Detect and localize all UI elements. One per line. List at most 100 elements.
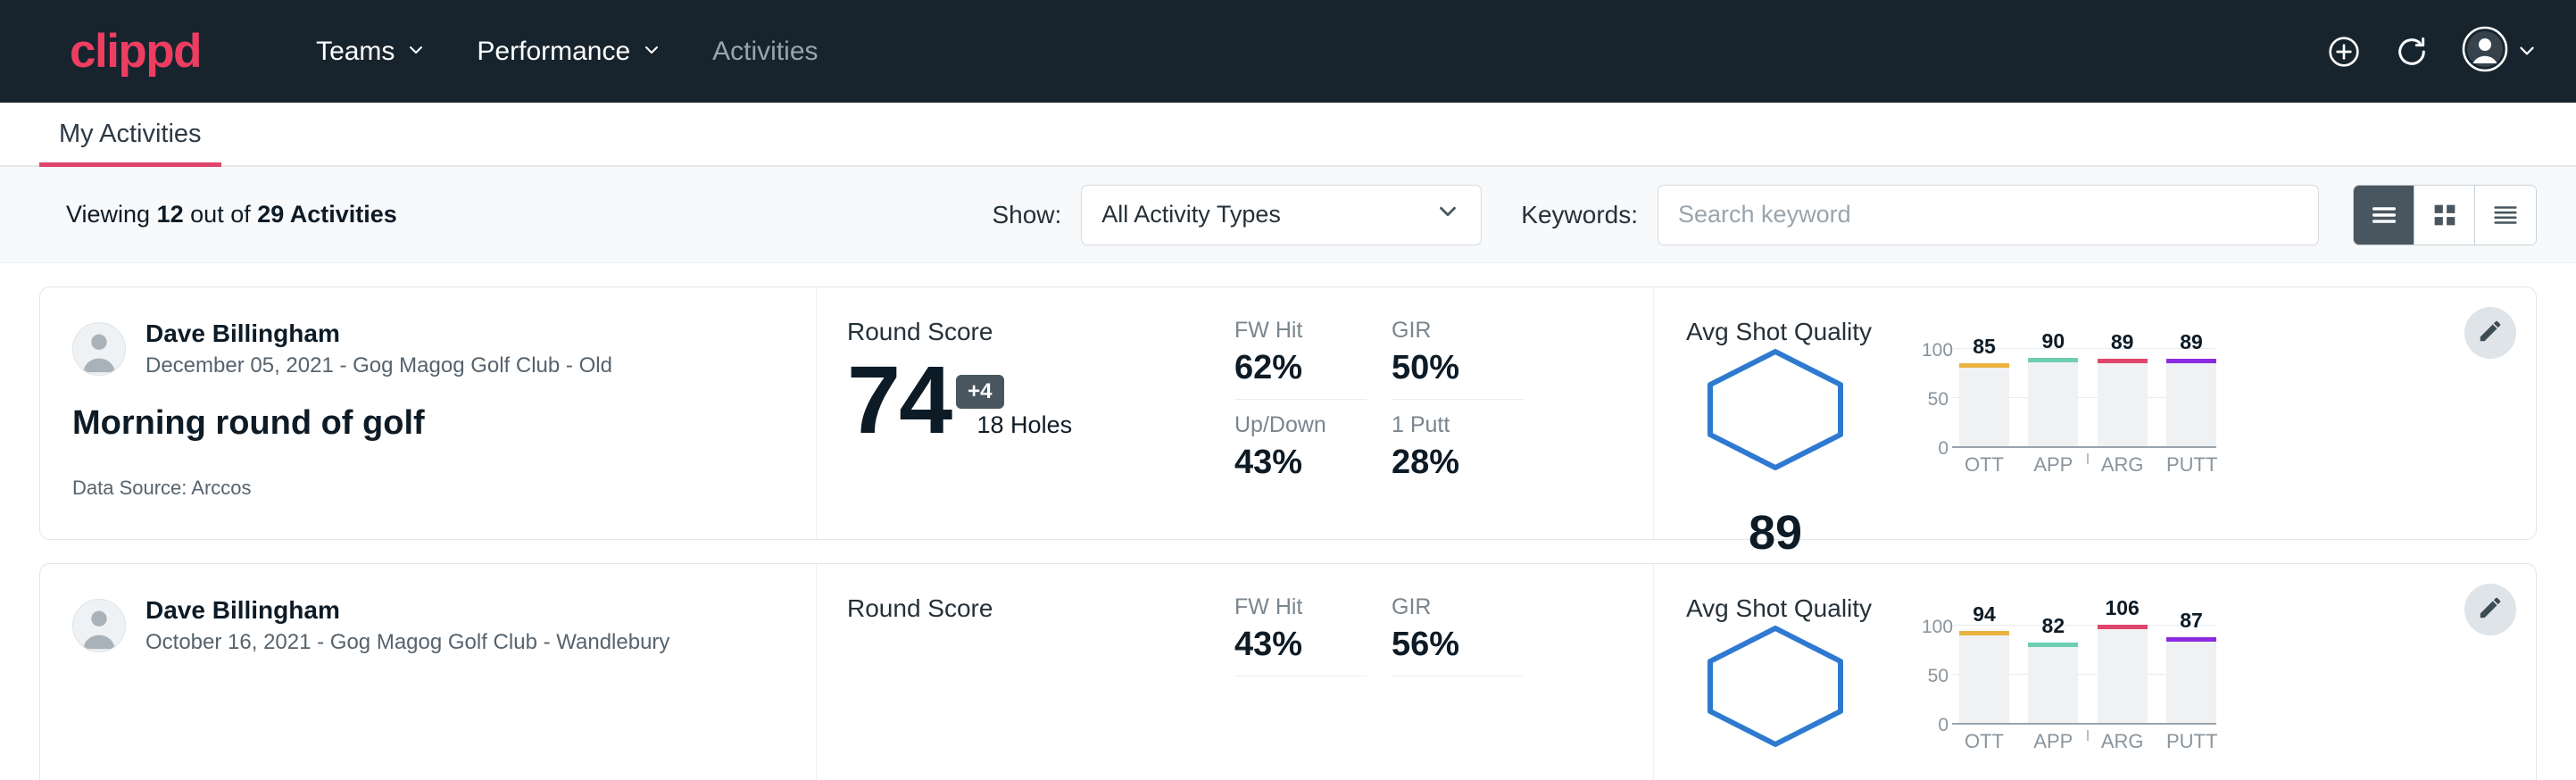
score-delta-badge: +4 bbox=[956, 375, 1003, 409]
activity-card[interactable]: Dave Billingham October 16, 2021 - Gog M… bbox=[39, 563, 2537, 780]
view-toggle-group bbox=[2353, 185, 2537, 245]
clippd-logo[interactable]: clippd bbox=[70, 28, 201, 75]
bar-label-arg: ARG bbox=[2098, 453, 2148, 477]
avatar bbox=[72, 599, 126, 652]
stat-label: GIR bbox=[1392, 594, 1524, 620]
show-label: Show: bbox=[992, 201, 1061, 229]
nav-item-performance[interactable]: Performance bbox=[451, 37, 686, 67]
bar-value: 89 bbox=[2098, 330, 2148, 354]
y-tick-50: 50 bbox=[1922, 667, 1949, 685]
activity-card[interactable]: Dave Billingham December 05, 2021 - Gog … bbox=[39, 286, 2537, 540]
top-navbar: clippd Teams Performance Activities bbox=[0, 0, 2576, 103]
stat-label: FW Hit bbox=[1234, 318, 1367, 344]
bar-value: 94 bbox=[1959, 602, 2009, 626]
quality-hexagon: 89 bbox=[1686, 348, 1865, 471]
chevron-down-icon bbox=[1434, 198, 1461, 231]
stat-up-down bbox=[1234, 676, 1367, 759]
round-score-label: Round Score bbox=[847, 594, 1234, 623]
stat-label: GIR bbox=[1392, 318, 1524, 344]
bar-value: 85 bbox=[1959, 335, 2009, 359]
pencil-icon bbox=[2477, 318, 2504, 349]
bar-ott: 94 bbox=[1959, 631, 2009, 723]
account-avatar-icon bbox=[2462, 26, 2508, 77]
keywords-label: Keywords: bbox=[1521, 201, 1638, 229]
nav-item-activities-label: Activities bbox=[712, 37, 818, 67]
bar-arg: 89 bbox=[2098, 359, 2148, 446]
bar-label-arg: ARG bbox=[2098, 730, 2148, 753]
author-row: Dave Billingham December 05, 2021 - Gog … bbox=[72, 318, 816, 379]
edit-activity-button[interactable] bbox=[2464, 584, 2516, 635]
chevron-down-icon bbox=[407, 41, 425, 59]
bar-label-text: ARG bbox=[2101, 453, 2144, 476]
activity-meta: December 05, 2021 - Gog Magog Golf Club … bbox=[145, 352, 612, 379]
viewing-prefix: Viewing bbox=[66, 201, 150, 228]
avatar bbox=[72, 322, 126, 376]
bar-label-text: PUTT bbox=[2166, 453, 2217, 476]
author-row: Dave Billingham October 16, 2021 - Gog M… bbox=[72, 594, 816, 656]
round-score-section: Round Score 74 +4 18 Holes bbox=[817, 287, 1234, 539]
y-tick-0: 0 bbox=[1922, 439, 1949, 458]
y-tick-50: 50 bbox=[1922, 390, 1949, 409]
account-menu[interactable] bbox=[2462, 26, 2535, 77]
avg-shot-quality-section: Avg Shot Quality 89 100 50 bbox=[1654, 287, 2536, 539]
viewing-count-text: Viewing 12 out of 29 Activities bbox=[66, 201, 397, 228]
round-score-label: Round Score bbox=[847, 318, 1234, 346]
bar-value: 106 bbox=[2098, 596, 2148, 620]
quality-hexagon bbox=[1686, 625, 1865, 748]
bar-value: 82 bbox=[2028, 614, 2078, 638]
refresh-icon[interactable] bbox=[2394, 34, 2430, 70]
plus-circle-icon[interactable] bbox=[2326, 34, 2362, 70]
list-view-button[interactable] bbox=[2354, 186, 2414, 245]
author-name: Dave Billingham bbox=[145, 318, 612, 349]
grid-view-button[interactable] bbox=[2414, 186, 2475, 245]
stat-one-putt: 1 Putt 28% bbox=[1392, 400, 1524, 482]
activity-type-value: All Activity Types bbox=[1101, 201, 1434, 228]
stat-gir: GIR 50% bbox=[1392, 318, 1524, 400]
stat-label: 1 Putt bbox=[1392, 412, 1524, 438]
avg-shot-quality-section: Avg Shot Quality 100 50 bbox=[1654, 564, 2536, 780]
data-source: Data Source: Arccos bbox=[72, 477, 816, 500]
bar-label-text: PUTT bbox=[2166, 730, 2217, 752]
viewing-total: 29 Activities bbox=[257, 201, 397, 228]
activity-type-select[interactable]: All Activity Types bbox=[1081, 185, 1482, 245]
shot-quality-bar-chart: 100 50 0 85 bbox=[1922, 348, 2216, 448]
bar-value: 90 bbox=[2028, 329, 2078, 353]
bar-ott: 85 bbox=[1959, 363, 2009, 446]
bar-label-ott: OTT bbox=[1959, 730, 2009, 753]
stat-gir: GIR 56% bbox=[1392, 594, 1524, 676]
nav-item-activities[interactable]: Activities bbox=[686, 37, 843, 67]
bar-label-text: ARG bbox=[2101, 730, 2144, 752]
tab-my-activities-label: My Activities bbox=[59, 120, 202, 149]
navbar-actions bbox=[2326, 26, 2535, 77]
search-input[interactable] bbox=[1658, 185, 2319, 245]
activity-title: Morning round of golf bbox=[72, 404, 816, 443]
shot-quality-bar-chart: 100 50 0 94 bbox=[1922, 625, 2216, 725]
y-tick-100: 100 bbox=[1922, 341, 1949, 360]
stat-value: 43% bbox=[1234, 444, 1367, 482]
bar-arg: 106 bbox=[2098, 625, 2148, 723]
stat-one-putt bbox=[1392, 676, 1524, 759]
chevron-down-icon bbox=[643, 41, 661, 59]
stat-up-down: Up/Down 43% bbox=[1234, 400, 1367, 482]
bar-label-putt: PUTT bbox=[2166, 730, 2216, 753]
stat-label: FW Hit bbox=[1234, 594, 1367, 620]
bar-putt: 87 bbox=[2166, 637, 2216, 723]
nav-item-teams[interactable]: Teams bbox=[290, 37, 451, 67]
round-score-value: 74 bbox=[847, 352, 951, 448]
viewing-middle: out of bbox=[190, 201, 251, 228]
round-stats-grid: FW Hit 43% GIR 56% bbox=[1234, 564, 1654, 780]
compact-view-button[interactable] bbox=[2475, 186, 2536, 245]
bar-label-app: APP bbox=[2028, 730, 2078, 753]
bar-label-text: OTT bbox=[1965, 453, 2004, 476]
edit-activity-button[interactable] bbox=[2464, 307, 2516, 359]
chevron-down-icon bbox=[2517, 41, 2535, 59]
author-name: Dave Billingham bbox=[145, 594, 669, 626]
round-stats-grid: FW Hit 62% GIR 50% Up/Down 43% 1 Putt 28… bbox=[1234, 287, 1654, 539]
activity-summary: Dave Billingham October 16, 2021 - Gog M… bbox=[40, 564, 817, 780]
viewing-count: 12 bbox=[157, 201, 184, 228]
tab-my-activities[interactable]: My Activities bbox=[39, 103, 221, 165]
stat-value: 62% bbox=[1234, 349, 1367, 387]
activities-list: Dave Billingham December 05, 2021 - Gog … bbox=[0, 263, 2576, 780]
primary-nav: Teams Performance Activities bbox=[290, 37, 843, 67]
pencil-icon bbox=[2477, 594, 2504, 626]
